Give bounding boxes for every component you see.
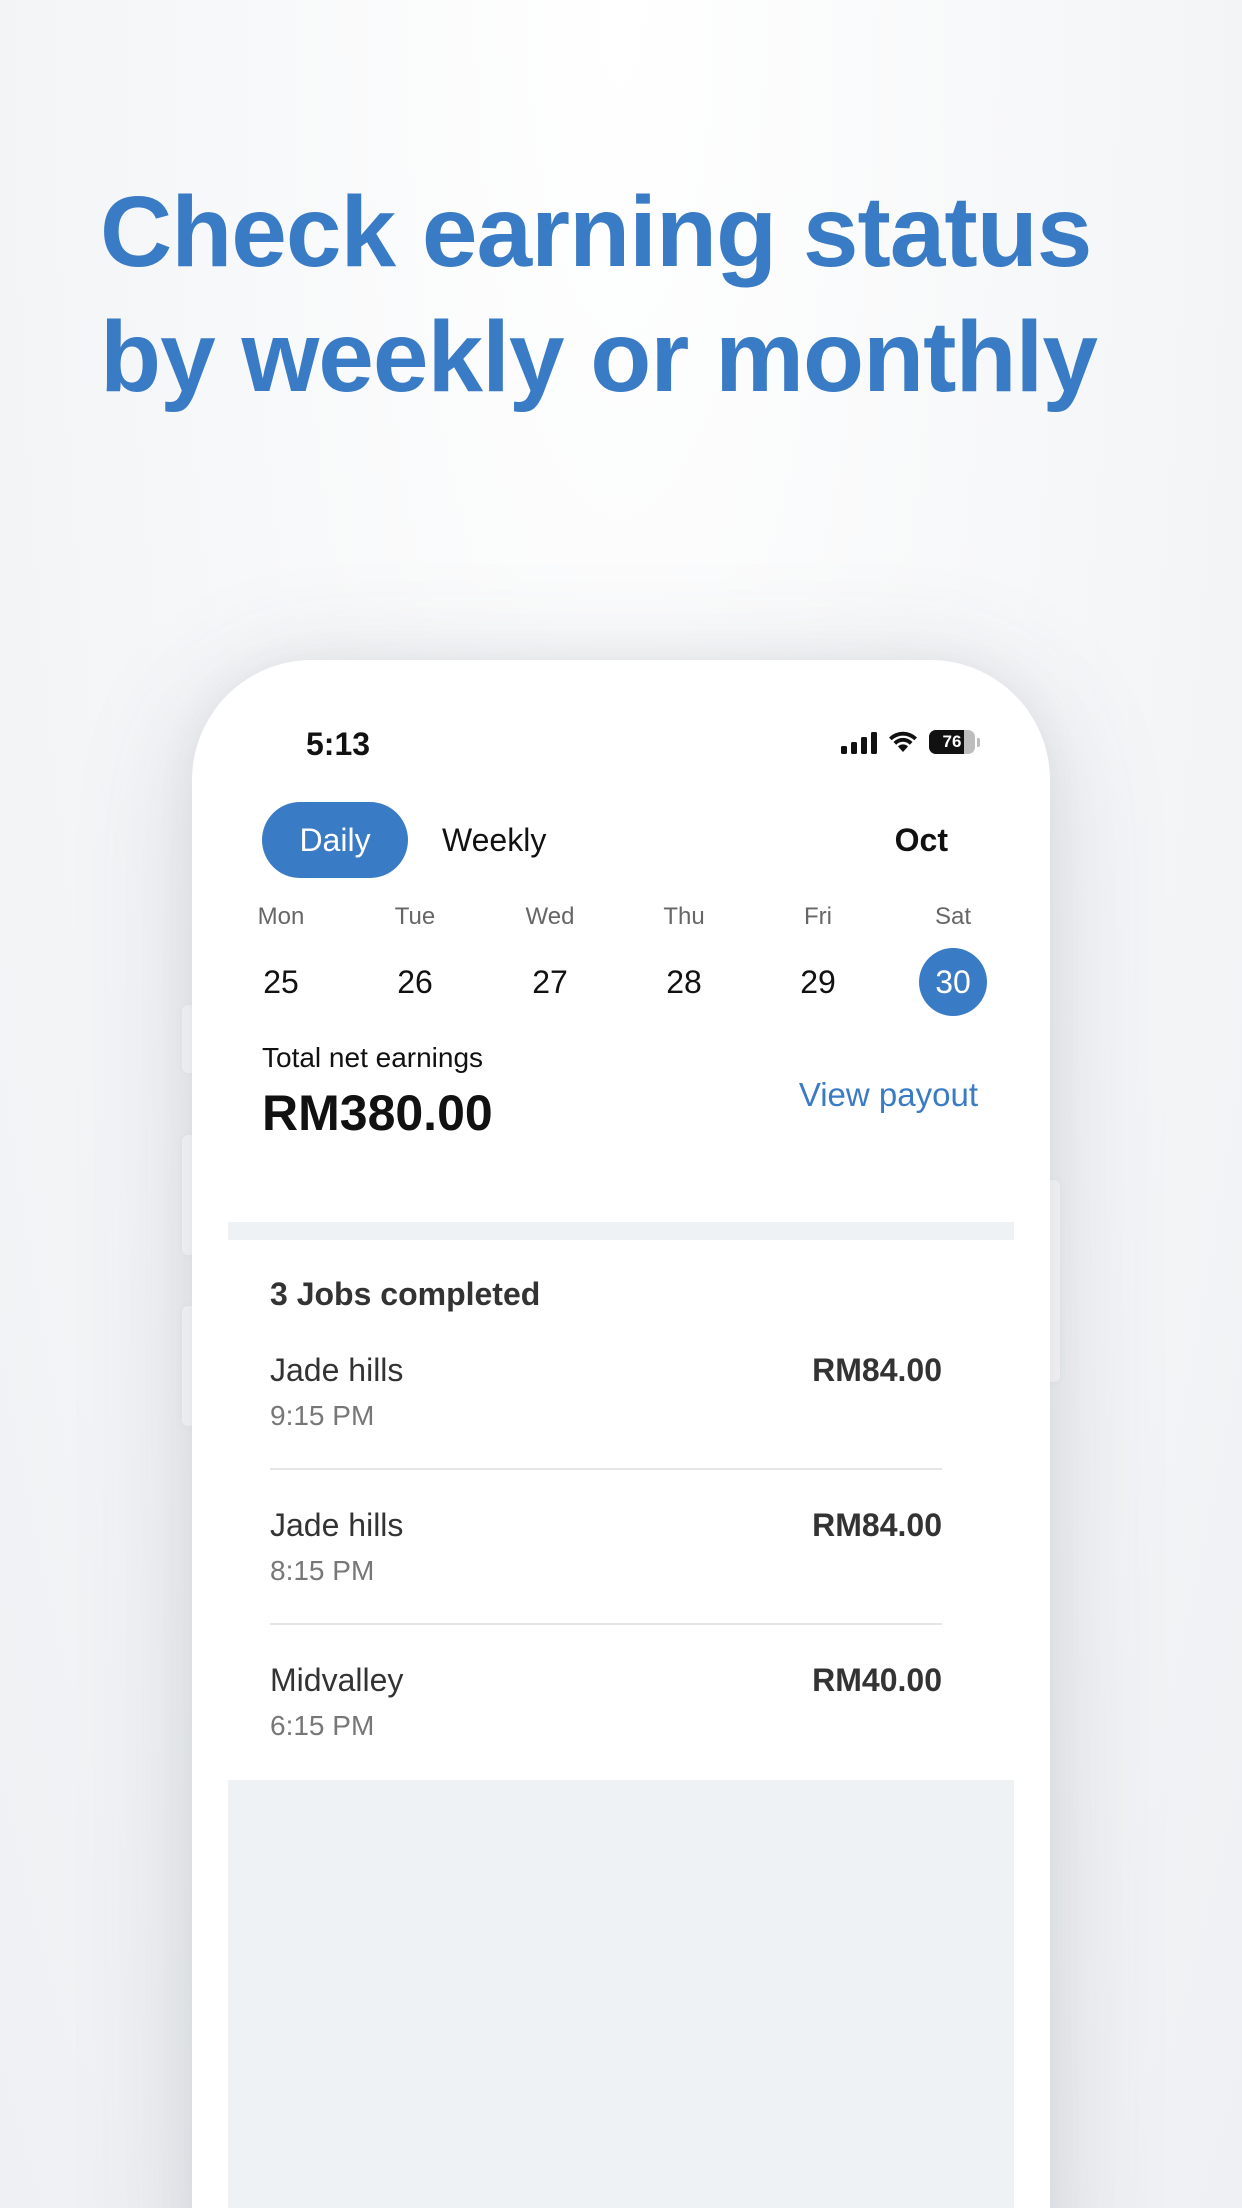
cellular-signal-icon <box>841 730 877 754</box>
battery-icon: 76 <box>929 730 975 754</box>
day-name: Sat <box>934 903 972 930</box>
day-number: 28 <box>666 963 702 1000</box>
day-name: Fri <box>804 903 832 930</box>
status-time: 5:13 <box>306 726 371 762</box>
view-payout-link[interactable]: View payout <box>799 1076 978 1114</box>
phone-frame: 5:13 76 Daily Weekly Oct Mon 25 Tue 26 W… <box>192 660 1050 2208</box>
day-fri[interactable]: Fri 29 <box>773 902 863 1016</box>
headline-line-1: Check earning status <box>100 176 1092 288</box>
earnings-screen: Daily Weekly Oct Mon 25 Tue 26 Wed 27 Th… <box>228 800 1014 1192</box>
battery-tip <box>977 737 980 747</box>
job-time: 8:15 PM <box>270 1555 375 1586</box>
day-number: 26 <box>397 963 433 1000</box>
day-name: Tue <box>394 903 436 930</box>
earnings-amount: RM380.00 <box>262 1085 493 1141</box>
job-amount: RM40.00 <box>812 1662 942 1698</box>
day-mon[interactable]: Mon 25 <box>236 902 326 1016</box>
headline-line-2: by weekly or monthly <box>100 301 1098 413</box>
jobs-title: 3 Jobs completed <box>270 1276 541 1312</box>
month-selector[interactable]: Oct <box>895 802 948 878</box>
day-wed[interactable]: Wed 27 <box>505 902 595 1016</box>
app-screenshot: Check earning status by weekly or monthl… <box>0 0 1242 2208</box>
day-number: 25 <box>263 963 299 1000</box>
job-place: Jade hills <box>270 1352 404 1388</box>
day-sat-selected[interactable]: Sat 30 <box>908 902 998 1016</box>
job-divider <box>270 1468 942 1470</box>
section-separator <box>228 1222 1014 1240</box>
status-bar: 5:13 76 <box>192 660 1050 780</box>
job-amount: RM84.00 <box>812 1507 942 1543</box>
day-number: 30 <box>919 948 987 1016</box>
wifi-icon <box>889 731 917 752</box>
day-thu[interactable]: Thu 28 <box>639 902 729 1016</box>
job-row[interactable]: Jade hills 8:15 PM RM84.00 <box>270 1507 942 1647</box>
status-icons: 76 <box>841 730 980 754</box>
job-time: 6:15 PM <box>270 1710 375 1741</box>
day-strip: Mon 25 Tue 26 Wed 27 Thu 28 Fri 29 Sat 3… <box>228 902 1014 1032</box>
day-name: Mon <box>257 903 305 930</box>
job-place: Midvalley <box>270 1662 404 1698</box>
earnings-label: Total net earnings <box>262 1042 484 1073</box>
earnings-summary: Total net earnings RM380.00 View payout <box>228 1042 1014 1192</box>
day-name: Wed <box>525 903 575 930</box>
day-tue[interactable]: Tue 26 <box>370 902 460 1016</box>
job-amount: RM84.00 <box>812 1352 942 1388</box>
empty-panel <box>228 1780 1014 2208</box>
battery-level: 76 <box>942 732 962 751</box>
headline: Check earning status by weekly or monthl… <box>100 170 1200 420</box>
day-number: 27 <box>532 963 568 1000</box>
job-divider <box>270 1623 942 1625</box>
day-name: Thu <box>663 903 705 930</box>
tab-weekly[interactable]: Weekly <box>442 802 546 878</box>
period-toggle: Daily Weekly Oct <box>228 800 1014 880</box>
day-number: 29 <box>800 963 836 1000</box>
job-time: 9:15 PM <box>270 1400 375 1431</box>
job-place: Jade hills <box>270 1507 404 1543</box>
job-row[interactable]: Jade hills 9:15 PM RM84.00 <box>270 1352 942 1492</box>
tab-daily[interactable]: Daily <box>262 802 408 878</box>
